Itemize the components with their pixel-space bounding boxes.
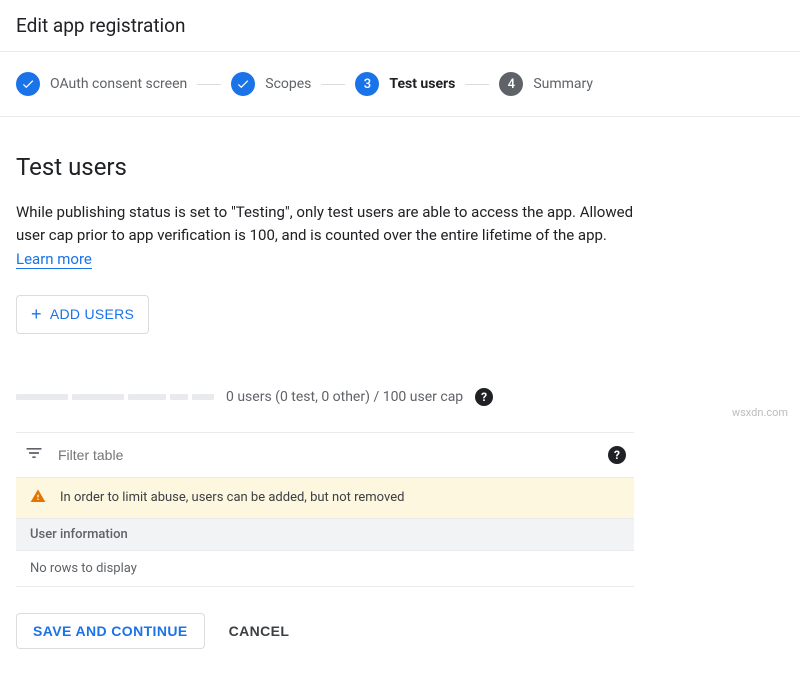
connector: [321, 84, 345, 85]
save-continue-button[interactable]: SAVE AND CONTINUE: [16, 613, 205, 649]
warning-icon: [30, 488, 46, 508]
quota-bars: [16, 394, 214, 400]
description-text: While publishing status is set to "Testi…: [16, 203, 633, 244]
step-number-icon: 3: [355, 72, 379, 96]
quota-bar: [128, 394, 166, 400]
action-row: SAVE AND CONTINUE CANCEL: [16, 613, 634, 649]
check-icon: [231, 72, 255, 96]
step-summary[interactable]: 4 Summary: [499, 72, 593, 96]
warning-text: In order to limit abuse, users can be ad…: [60, 490, 404, 505]
plus-icon: +: [31, 304, 42, 325]
stepper: OAuth consent screen Scopes 3 Test users…: [0, 52, 800, 117]
quota-bar: [192, 394, 214, 400]
connector: [465, 84, 489, 85]
help-icon[interactable]: ?: [475, 388, 493, 406]
step-number-icon: 4: [499, 72, 523, 96]
step-label: Scopes: [265, 76, 311, 92]
warning-banner: In order to limit abuse, users can be ad…: [16, 478, 634, 519]
help-icon[interactable]: ?: [608, 446, 626, 464]
step-test-users[interactable]: 3 Test users: [355, 72, 455, 96]
quota-row: 0 users (0 test, 0 other) / 100 user cap…: [16, 388, 634, 406]
step-scopes[interactable]: Scopes: [231, 72, 311, 96]
filter-input[interactable]: [58, 447, 594, 463]
section-description: While publishing status is set to "Testi…: [16, 201, 634, 271]
step-label: Summary: [533, 76, 593, 92]
table-empty: No rows to display: [16, 551, 634, 586]
step-label: OAuth consent screen: [50, 76, 187, 92]
table-header: User information: [16, 519, 634, 551]
filter-row: ?: [16, 433, 634, 478]
learn-more-link[interactable]: Learn more: [16, 250, 92, 269]
page-title: Edit app registration: [0, 0, 800, 52]
quota-bar: [170, 394, 188, 400]
add-users-button[interactable]: + ADD USERS: [16, 295, 149, 334]
add-users-label: ADD USERS: [50, 306, 134, 322]
step-label: Test users: [389, 76, 455, 92]
watermark: wsxdn.com: [732, 406, 788, 419]
quota-bar: [16, 394, 68, 400]
cancel-button[interactable]: CANCEL: [217, 613, 302, 649]
filter-icon[interactable]: [24, 443, 44, 467]
check-icon: [16, 72, 40, 96]
connector: [197, 84, 221, 85]
quota-bar: [72, 394, 124, 400]
quota-text: 0 users (0 test, 0 other) / 100 user cap: [226, 389, 463, 405]
step-oauth-consent[interactable]: OAuth consent screen: [16, 72, 187, 96]
section-heading: Test users: [16, 153, 634, 181]
users-table: ? In order to limit abuse, users can be …: [16, 432, 634, 587]
